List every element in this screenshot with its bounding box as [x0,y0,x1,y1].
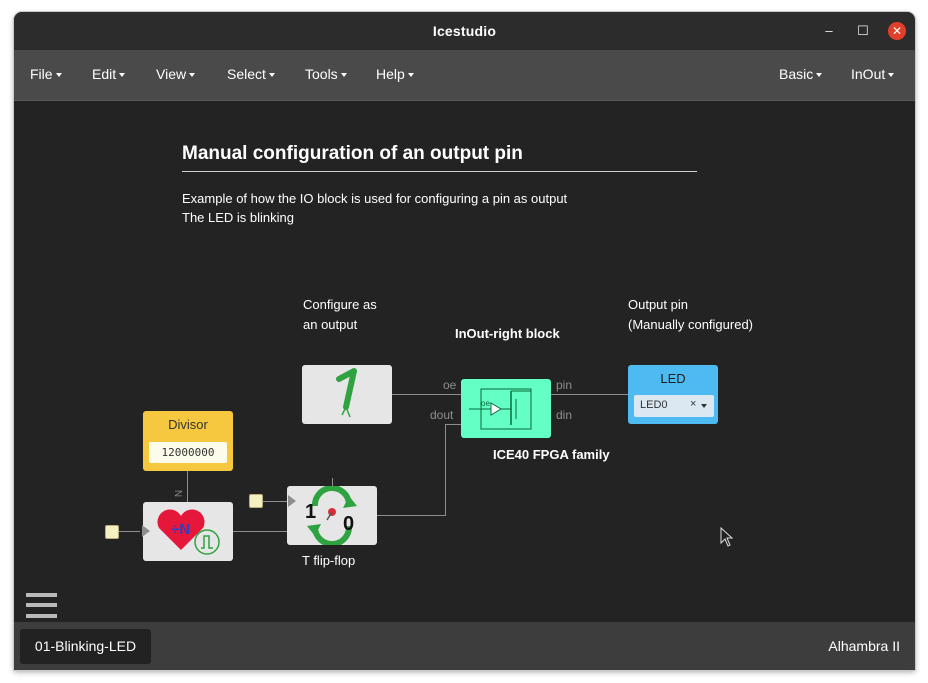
file-tab[interactable]: 01-Blinking-LED [20,629,151,664]
description-line-1: Example of how the IO block is used for … [182,191,568,206]
constant-one-icon [336,368,357,418]
svg-text:÷N: ÷N [171,521,190,538]
port-dout-label: dout [430,408,454,422]
menu-bar: File Edit View Select Tools Help Basic I… [14,50,915,101]
led-pin-select[interactable]: LED0 × [634,395,714,417]
menu-tools[interactable]: Tools [305,66,347,82]
led-title: LED [660,371,686,386]
chevron-down-icon [119,73,126,78]
title-bar: Icestudio – ☐ ✕ [14,12,915,50]
chevron-down-icon [55,73,62,78]
chevron-down-icon[interactable] [701,404,707,408]
menu-basic-label: Basic [779,66,814,82]
board-name[interactable]: Alhambra II [828,638,900,654]
menu-basic[interactable]: Basic [779,66,823,82]
divider-block[interactable]: ÷N [143,502,233,561]
clear-icon[interactable]: × [690,398,696,410]
divisor-title: Divisor [168,417,208,432]
svg-text:1: 1 [305,501,316,523]
divisor-value[interactable]: 12000000 [149,442,227,463]
wire-dout-h [445,424,461,425]
wire-dout-v [445,424,446,516]
design-canvas[interactable]: Manual configuration of an output pin Ex… [14,101,915,622]
toggle-flipflop-icon: 1 0 [305,485,357,547]
menu-help[interactable]: Help [376,66,414,82]
configure-label-line-2: an output [303,317,358,332]
tflipflop-label: T flip-flop [302,553,356,568]
output-pin-label-line-1: Output pin [628,297,688,312]
menu-view[interactable]: View [156,66,196,82]
port-pin-label: pin [556,378,573,392]
port-oe-label: oe [443,378,457,392]
menu-inout-label: InOut [851,66,886,82]
close-button[interactable]: ✕ [888,22,906,40]
menu-help-label: Help [376,66,405,82]
led-output-block[interactable]: LED LED0 × [628,365,718,424]
led-pin-value: LED0 [640,399,668,411]
constant-block[interactable] [302,365,392,424]
chevron-down-icon [340,73,347,78]
wire-divider-out [233,531,287,532]
svg-text:oe: oe [481,399,490,408]
menu-view-label: View [156,66,187,82]
app-window: Icestudio – ☐ ✕ File Edit View Select To… [14,12,915,670]
port-din-label: din [556,408,573,422]
configure-label-line-1: Configure as [303,297,377,312]
mouse-cursor-icon [720,527,734,547]
chevron-down-icon [268,73,275,78]
input-arrow-icon [142,525,150,537]
wire-input-1 [118,531,140,532]
port-n-label: N [172,489,184,498]
menu-select[interactable]: Select [227,66,275,82]
wire-tff-top [332,478,333,486]
description-line-2: The LED is blinking [182,210,294,225]
inout-tristate-icon: oe [469,388,532,430]
wire-input-2 [262,501,287,502]
wire-tff-out [377,515,446,516]
maximize-button[interactable]: ☐ [854,22,872,40]
page-title: Manual configuration of an output pin [182,143,523,164]
inout-block-label: InOut-right block [455,326,560,341]
tflipflop-block[interactable]: 1 0 [287,485,377,547]
input-arrow-icon [288,495,296,507]
inout-right-block[interactable]: oe [461,379,551,438]
wire-divisor [187,471,188,502]
minimize-button[interactable]: – [820,22,838,40]
output-pin-label-line-2: (Manually configured) [628,317,754,332]
window-title: Icestudio [432,23,497,39]
menu-file-label: File [30,66,53,82]
menu-inout[interactable]: InOut [851,66,895,82]
chevron-down-icon [189,73,196,78]
heart-divider-icon: ÷N [157,509,220,555]
chevron-down-icon [888,73,895,78]
divisor-block[interactable]: Divisor 12000000 [143,411,233,471]
menu-edit[interactable]: Edit [92,66,126,82]
menu-select-label: Select [227,66,266,82]
menu-edit-label: Edit [92,66,117,82]
status-bar: 01-Blinking-LED Alhambra II [14,622,915,670]
wire-pin [547,394,628,395]
ice40-label: ICE40 FPGA family [493,447,610,462]
input-port-clk[interactable] [105,525,119,539]
menu-file[interactable]: File [30,66,62,82]
divider [182,171,697,172]
input-port-tff[interactable] [249,494,263,508]
chevron-down-icon [407,73,414,78]
wire-oe [392,394,461,395]
menu-tools-label: Tools [305,66,338,82]
chevron-down-icon [816,73,823,78]
svg-text:0: 0 [343,513,354,535]
